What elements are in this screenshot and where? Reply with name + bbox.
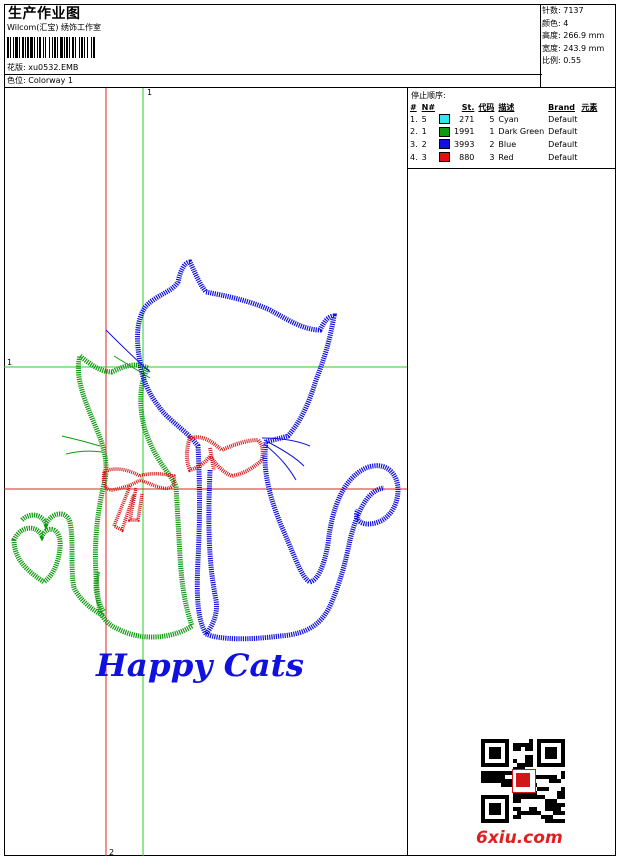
colorway-label: 色位: [7, 76, 26, 85]
company-name: Wilcom(汇宝) 绣饰工作室 [7, 23, 102, 32]
row-brand: Default [548, 139, 578, 149]
table-row: 2. 1 1991 1 Dark Green Default [408, 126, 599, 139]
row-brand: Default [548, 127, 578, 137]
row-code: 2 [489, 139, 495, 149]
table-header-row: # N# St. 代码 描述 Brand 元素 [408, 101, 599, 113]
color-count: 颜色: 4 [542, 18, 569, 28]
row-num: 3. [410, 139, 418, 149]
design-file: xu0532.EMB [28, 63, 79, 72]
stats-panel: 针数: 7137 颜色: 4 高度: 266.9 mm 宽度: 243.9 mm… [542, 5, 604, 68]
table-row: 1. 5 271 5 Cyan Default [408, 113, 599, 126]
col-element: 元素 [581, 102, 598, 112]
header-divider [4, 74, 542, 75]
color-swatch [439, 126, 451, 137]
row-brand: Default [548, 152, 578, 162]
row-desc: Red [498, 152, 514, 162]
col-swatch [437, 101, 452, 113]
small-cat-bow [101, 467, 177, 533]
colorway-row: 色位: Colorway 1 [7, 76, 73, 86]
row-n: 2 [421, 139, 427, 149]
watermark: 6xiu.com [476, 828, 563, 848]
col-brand: Brand [548, 102, 576, 112]
stats-divider [540, 4, 541, 87]
col-num: # [410, 102, 417, 112]
row-n: 5 [421, 114, 427, 124]
design-row: 花版: xu0532.EMB [7, 63, 78, 73]
stop-sequence-table: # N# St. 代码 描述 Brand 元素 1. 5 271 5 Cyan … [408, 101, 599, 163]
row-stitches: 3993 [454, 139, 475, 149]
col-stitches: St. [461, 102, 475, 112]
col-desc: 描述 [498, 102, 515, 112]
marker-top: 1 [147, 88, 152, 97]
color-swatch [439, 152, 451, 163]
panel-divider [407, 87, 408, 856]
row-code: 1 [489, 127, 495, 137]
colorway-name: Colorway 1 [28, 76, 73, 85]
row-num: 4. [410, 152, 418, 162]
page-title: 生产作业图 [8, 6, 81, 22]
barcode [7, 37, 95, 58]
row-stitches: 880 [459, 152, 475, 162]
color-swatch [439, 139, 451, 150]
row-num: 2. [410, 127, 418, 137]
row-desc: Cyan [498, 114, 519, 124]
row-element [579, 151, 599, 164]
design-canvas: 1 1 2 Happy Cats [4, 88, 407, 856]
marker-left: 1 [7, 358, 12, 367]
table-row: 3. 2 3993 2 Blue Default [408, 138, 599, 151]
stop-sequence-title: 停止顺序: [411, 91, 446, 100]
seal-icon [512, 769, 536, 793]
row-code: 3 [489, 152, 495, 162]
table-row: 4. 3 880 3 Red Default [408, 151, 599, 164]
row-desc: Blue [498, 139, 517, 149]
row-n: 3 [421, 152, 427, 162]
panel-bottom-line [407, 168, 616, 169]
row-stitches: 271 [459, 114, 475, 124]
design-label: 花版: [7, 63, 26, 72]
row-stitches: 1991 [454, 127, 475, 137]
col-n: N# [421, 102, 436, 112]
big-cat-outline [135, 259, 401, 642]
row-element [579, 138, 599, 151]
col-code: 代码 [478, 102, 495, 112]
row-code: 5 [489, 114, 495, 124]
stitch-count: 针数: 7137 [542, 6, 584, 15]
row-num: 1. [410, 114, 418, 124]
row-brand: Default [548, 114, 578, 124]
design-width: 宽度: 243.9 mm [542, 43, 605, 53]
row-desc: Dark Green [498, 127, 545, 137]
design-caption: Happy Cats [95, 648, 304, 684]
color-swatch [439, 114, 451, 125]
marker-bottom: 2 [109, 848, 114, 856]
small-cat-outline [11, 351, 195, 640]
row-element [579, 113, 599, 126]
row-element [579, 126, 599, 139]
row-n: 1 [421, 127, 427, 137]
design-height: 高度: 266.9 mm [542, 31, 605, 41]
design-scale: 比例: 0.55 [542, 56, 582, 66]
